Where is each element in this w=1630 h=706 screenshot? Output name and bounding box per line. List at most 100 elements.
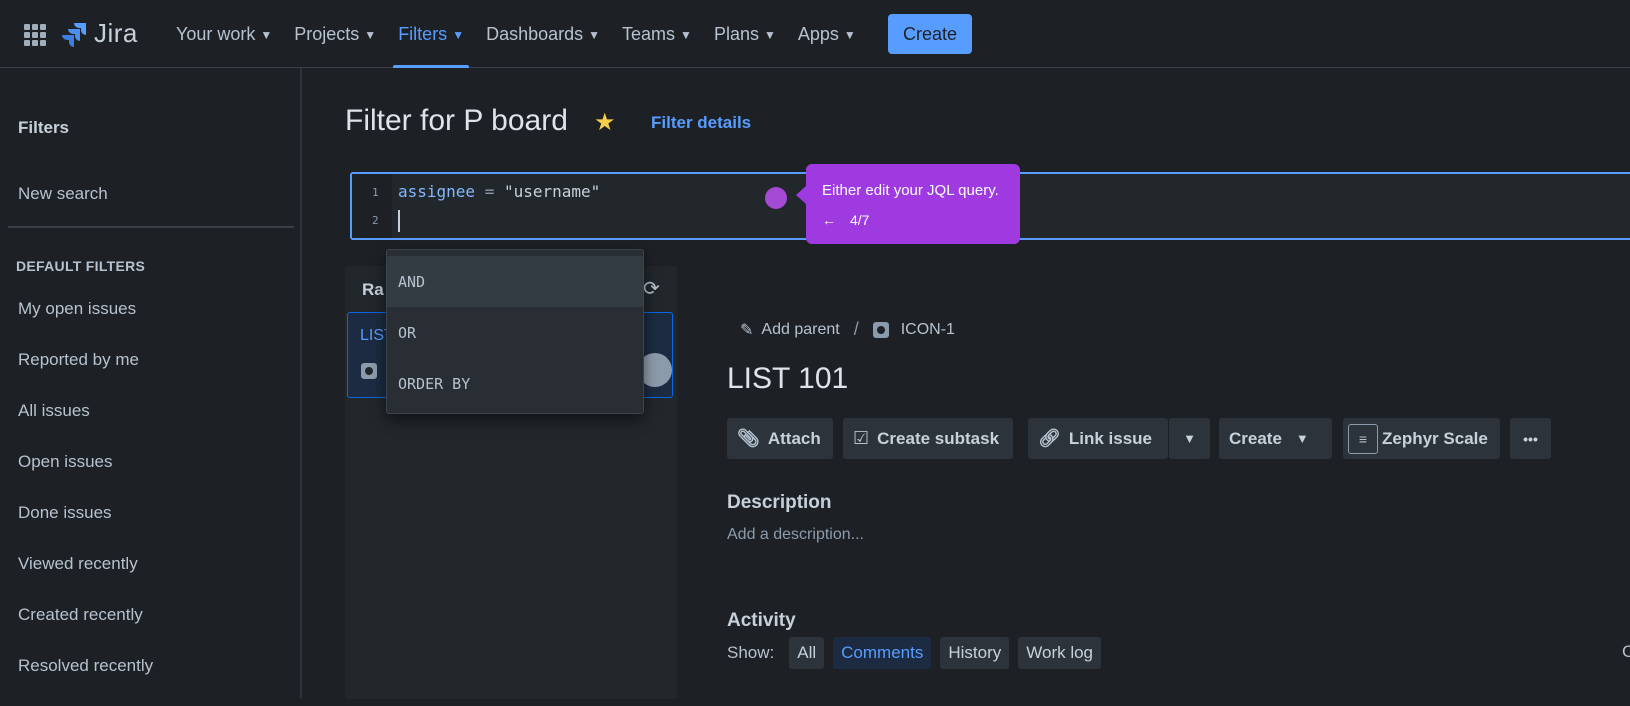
link-icon: 🔗︎ xyxy=(1038,428,1061,448)
tour-popover: Either edit your JQL query. ← 4/7 xyxy=(796,164,1020,244)
issue-title[interactable]: LIST 101 xyxy=(727,362,848,396)
chevron-down-icon: ▼ xyxy=(763,28,776,42)
chevron-down-icon: ▼ xyxy=(1183,431,1196,446)
sidebar-new-search[interactable]: New search xyxy=(18,184,108,204)
create-label: Create xyxy=(1229,428,1282,448)
chevron-down-icon: ▼ xyxy=(588,28,601,42)
chevron-down-icon: ▼ xyxy=(1295,431,1309,446)
tour-hotspot[interactable] xyxy=(765,187,787,209)
chevron-down-icon: ▼ xyxy=(680,28,692,42)
default-filters-list: My open issues Reported by me All issues… xyxy=(18,298,153,706)
truncated-text: C xyxy=(1622,642,1630,661)
sidebar-item-done-issues[interactable]: Done issues xyxy=(18,502,153,553)
app-switcher-icon[interactable] xyxy=(24,24,46,46)
issue-key-link[interactable]: ICON-1 xyxy=(901,321,955,339)
panel-header: Ra xyxy=(362,280,384,299)
zephyr-scale-button[interactable]: ≡ Zephyr Scale xyxy=(1343,418,1500,459)
nav-label: Your work xyxy=(176,23,256,44)
sidebar-item-created-recently[interactable]: Created recently xyxy=(18,604,153,655)
show-label: Show: xyxy=(727,643,775,662)
activity-filter-all[interactable]: All xyxy=(789,637,825,669)
autocomplete-option-and[interactable]: AND xyxy=(387,256,643,307)
description-placeholder[interactable]: Add a description... xyxy=(727,526,864,544)
top-navigation: Jira Your work ▼ Projects ▼ Filters ▼ Dashb… xyxy=(0,0,1630,68)
activity-filter-history[interactable]: History xyxy=(940,637,1010,669)
sidebar-item-resolved-recently[interactable]: Resolved recently xyxy=(18,655,153,706)
create-dropdown-button[interactable]: Create ▼ xyxy=(1219,418,1332,459)
line-gutter: 1 2 xyxy=(352,174,392,238)
more-actions-button[interactable]: ••• xyxy=(1510,418,1551,459)
nav-label: Apps xyxy=(797,23,839,44)
sidebar-divider xyxy=(8,226,294,228)
pencil-icon: ✎ xyxy=(740,321,754,339)
more-icon: ••• xyxy=(1523,430,1538,447)
text-caret xyxy=(398,210,400,232)
link-issue-button[interactable]: 🔗︎ Link issue xyxy=(1028,418,1168,459)
zephyr-label: Zephyr Scale xyxy=(1382,428,1488,448)
autocomplete-option-or[interactable]: OR xyxy=(387,307,643,358)
sidebar-item-my-open-issues[interactable]: My open issues xyxy=(18,298,153,349)
activity-filter-work-log[interactable]: Work log xyxy=(1018,637,1102,669)
tour-text: Either edit your JQL query. xyxy=(822,182,999,199)
star-icon[interactable]: ★ xyxy=(594,108,616,137)
nav-apps[interactable]: Apps ▼ xyxy=(790,0,864,68)
filters-sidebar: Filters New search DEFAULT FILTERS My op… xyxy=(0,68,302,699)
nav-dashboards[interactable]: Dashboards ▼ xyxy=(478,0,608,68)
chevron-down-icon: ▼ xyxy=(452,28,465,42)
nav-projects[interactable]: Projects ▼ xyxy=(286,0,384,68)
sidebar-item-all-issues[interactable]: All issues xyxy=(18,400,153,451)
nav-label: Projects xyxy=(294,23,360,44)
jql-autocomplete-dropdown: AND OR ORDER BY xyxy=(386,249,644,414)
link-issue-label: Link issue xyxy=(1068,428,1152,448)
tour-navigation: ← 4/7 xyxy=(822,212,869,228)
jql-value: "username" xyxy=(503,182,601,201)
nav-label: Dashboards xyxy=(486,23,584,44)
link-issue-dropdown[interactable]: ▼ xyxy=(1169,418,1210,459)
issue-type-icon xyxy=(872,321,889,338)
arrow-left-icon[interactable]: ← xyxy=(822,212,836,228)
create-button[interactable]: Create xyxy=(888,14,972,54)
nav-plans[interactable]: Plans ▼ xyxy=(706,0,784,68)
paperclip-icon: 📎︎ xyxy=(737,428,760,448)
sidebar-section-label: DEFAULT FILTERS xyxy=(16,258,146,274)
nav-label: Filters xyxy=(398,23,448,44)
line-number: 2 xyxy=(372,214,379,227)
add-parent-link[interactable]: Add parent xyxy=(761,321,839,339)
sidebar-item-open-issues[interactable]: Open issues xyxy=(18,451,153,502)
refresh-icon[interactable]: ⟳ xyxy=(643,276,660,301)
description-heading: Description xyxy=(727,492,832,513)
create-subtask-button[interactable]: ☑ Create subtask xyxy=(843,418,1013,459)
nav-teams[interactable]: Teams ▼ xyxy=(614,0,700,68)
page-title: Filter for P board xyxy=(345,104,568,137)
chevron-down-icon: ▼ xyxy=(364,28,377,42)
chevron-down-icon: ▼ xyxy=(260,28,273,42)
filter-details-button[interactable]: Filter details xyxy=(651,113,751,133)
attach-label: Attach xyxy=(767,428,821,448)
attach-button[interactable]: 📎︎ Attach xyxy=(727,418,833,459)
jql-operator: = xyxy=(484,182,495,201)
autocomplete-option-order-by[interactable]: ORDER BY xyxy=(387,358,643,409)
jira-logo[interactable]: Jira xyxy=(62,18,138,49)
sidebar-item-viewed-recently[interactable]: Viewed recently xyxy=(18,553,153,604)
nav-label: Plans xyxy=(713,23,759,44)
jql-field: assignee xyxy=(398,182,476,201)
chevron-down-icon: ▼ xyxy=(843,28,856,42)
nav-label: Teams xyxy=(622,23,676,44)
sidebar-item-reported-by-me[interactable]: Reported by me xyxy=(18,349,153,400)
logo-text: Jira xyxy=(94,18,138,48)
subtask-icon: ☑ xyxy=(853,428,870,448)
jql-line: assignee = "username" xyxy=(398,182,600,201)
zephyr-icon: ≡ xyxy=(1348,423,1378,454)
nav-filters[interactable]: Filters ▼ xyxy=(390,0,472,68)
activity-heading: Activity xyxy=(727,610,796,631)
main-nav: Your work ▼ Projects ▼ Filters ▼ Dashboards… xyxy=(168,0,870,68)
activity-filter-row: Show: All Comments History Work log xyxy=(727,637,1102,669)
activity-filter-comments[interactable]: Comments xyxy=(833,637,932,669)
jira-logo-icon xyxy=(62,22,86,47)
sidebar-title: Filters xyxy=(18,118,70,137)
tour-step-counter: 4/7 xyxy=(850,212,870,228)
breadcrumb-separator: / xyxy=(853,319,859,339)
line-number: 1 xyxy=(372,186,379,199)
create-subtask-label: Create subtask xyxy=(877,428,1000,448)
nav-your-work[interactable]: Your work ▼ xyxy=(168,0,280,68)
